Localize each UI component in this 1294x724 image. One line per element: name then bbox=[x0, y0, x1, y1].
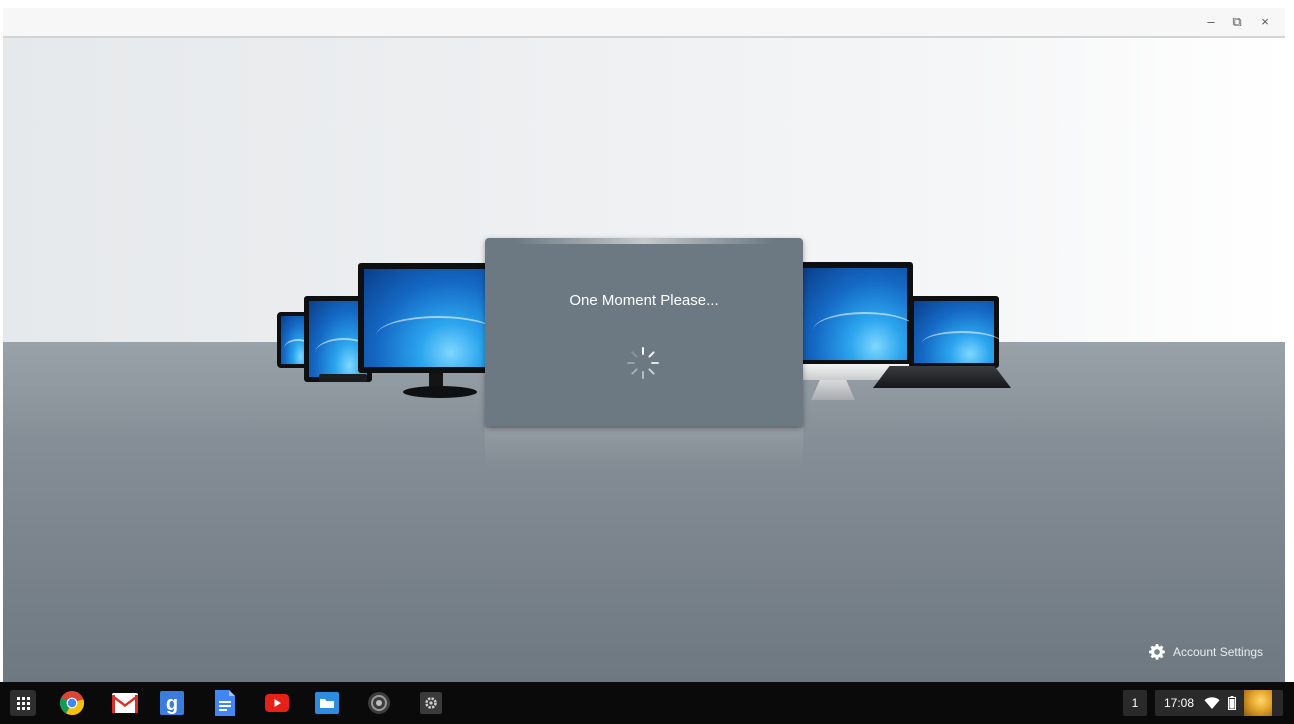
large-monitor-base bbox=[403, 386, 477, 398]
restore-button[interactable]: ⧉ bbox=[1225, 11, 1249, 33]
title-bar: – ⧉ × bbox=[3, 8, 1285, 38]
clock: 17:08 bbox=[1164, 696, 1195, 710]
google-search-app-button[interactable]: g bbox=[159, 690, 185, 716]
docs-icon bbox=[215, 690, 235, 716]
large-monitor-illustration bbox=[358, 263, 501, 373]
remote-desktop-icon bbox=[368, 692, 390, 714]
files-app-button[interactable] bbox=[314, 690, 340, 716]
account-settings-label: Account Settings bbox=[1173, 645, 1264, 659]
chrome-app-button[interactable] bbox=[59, 690, 85, 716]
google-search-icon: g bbox=[160, 691, 184, 715]
docs-app-button[interactable] bbox=[212, 690, 238, 716]
gear-icon bbox=[1149, 644, 1165, 660]
app-launcher-icon bbox=[16, 696, 30, 710]
files-icon bbox=[315, 692, 339, 714]
workspace-indicator[interactable]: 1 bbox=[1123, 690, 1147, 716]
battery-icon bbox=[1228, 696, 1237, 710]
taskbar: g bbox=[0, 682, 1294, 724]
loading-spinner-icon bbox=[627, 347, 659, 379]
laptop-keyboard bbox=[873, 366, 1011, 388]
loading-message: One Moment Please... bbox=[569, 292, 719, 309]
imac-illustration bbox=[797, 262, 918, 366]
small-monitor-stand bbox=[319, 374, 367, 382]
settings-app-icon bbox=[420, 692, 442, 714]
account-settings-link[interactable]: Account Settings bbox=[1149, 642, 1263, 662]
laptop-illustration bbox=[909, 296, 1002, 368]
chrome-icon bbox=[59, 691, 85, 716]
wifi-icon bbox=[1204, 697, 1220, 709]
minimize-button[interactable]: – bbox=[1199, 11, 1223, 33]
app-window: – ⧉ × One Moment Please... Account Setti… bbox=[3, 8, 1285, 682]
remote-desktop-app-button[interactable] bbox=[366, 690, 392, 716]
youtube-icon bbox=[265, 694, 289, 712]
avatar bbox=[1244, 690, 1273, 716]
gmail-app-button[interactable] bbox=[112, 690, 138, 716]
status-tray[interactable]: 17:08 bbox=[1155, 690, 1283, 716]
app-launcher-button[interactable] bbox=[10, 690, 36, 716]
gmail-icon bbox=[112, 693, 138, 713]
settings-app-button[interactable] bbox=[418, 690, 444, 716]
svg-text:g: g bbox=[166, 693, 178, 715]
loading-dialog: One Moment Please... bbox=[485, 238, 803, 426]
dialog-reflection bbox=[485, 428, 803, 468]
close-button[interactable]: × bbox=[1253, 11, 1277, 33]
youtube-app-button[interactable] bbox=[264, 690, 290, 716]
